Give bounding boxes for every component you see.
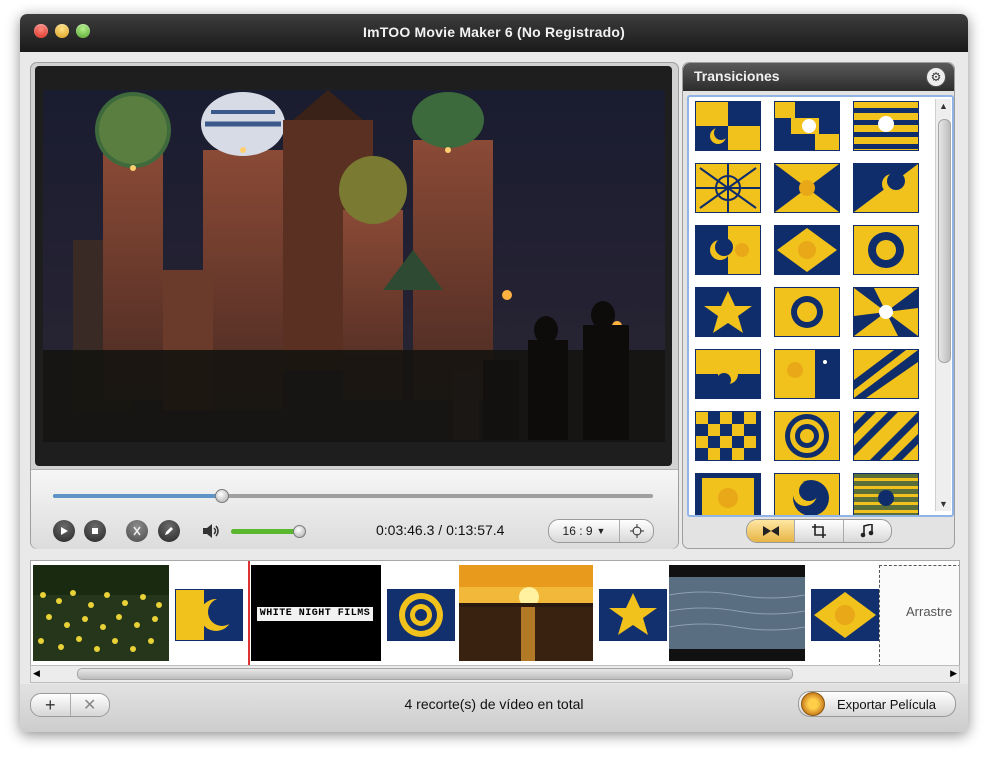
video-frame	[35, 66, 672, 466]
transition-thumbnail[interactable]	[853, 163, 919, 213]
seek-bar[interactable]	[53, 489, 653, 503]
aspect-ratio-value: 16 : 9	[562, 524, 593, 538]
stop-icon	[92, 528, 98, 534]
cathedral-image	[43, 90, 665, 442]
gear-icon[interactable]: ⚙	[926, 67, 946, 87]
clip-thumbnail	[33, 565, 169, 661]
volume-icon[interactable]	[201, 523, 221, 544]
export-label: Exportar Película	[837, 696, 936, 712]
transitions-scrollbar[interactable]: ▲ ▼	[935, 99, 951, 511]
video-clip-water[interactable]	[669, 565, 805, 661]
timeline-scroll-thumb[interactable]	[77, 668, 793, 680]
transitions-tabs	[746, 519, 892, 543]
video-clip-flowers[interactable]	[33, 565, 169, 661]
app-window: ImTOO Movie Maker 6 (No Registrado) 0:03…	[20, 14, 968, 732]
transition-thumbnail[interactable]	[695, 411, 761, 461]
export-movie-button[interactable]: Exportar Película	[798, 691, 956, 717]
film-reel-icon	[801, 692, 825, 716]
chevron-down-icon: ▼	[596, 526, 606, 536]
playback-controls: 0:03:46.3 / 0:13:57.4 16 : 9 ▼	[31, 469, 678, 549]
volume-slider[interactable]	[231, 525, 306, 538]
current-time: 0:03:46.3	[376, 522, 435, 538]
diamond-transition-icon	[812, 590, 878, 640]
transitions-grid	[695, 101, 930, 515]
tab-music[interactable]	[844, 520, 891, 542]
playhead[interactable]	[248, 561, 250, 665]
transition-thumbnail[interactable]	[774, 225, 840, 275]
timeline-transition[interactable]	[175, 589, 243, 641]
scroll-right-icon[interactable]: ▶	[950, 666, 957, 680]
video-preview[interactable]	[43, 90, 665, 442]
video-clip-title[interactable]: WHITE NIGHT FILMS	[251, 565, 381, 661]
moon-transition-icon	[176, 590, 242, 640]
rings-transition-icon	[388, 590, 454, 640]
transition-thumbnail[interactable]	[853, 225, 919, 275]
seek-bar-fill	[53, 494, 221, 498]
scroll-up-icon[interactable]: ▲	[936, 99, 951, 113]
transition-thumbnail[interactable]	[853, 411, 919, 461]
stop-button[interactable]	[84, 520, 106, 542]
transition-thumbnail[interactable]	[695, 225, 761, 275]
tab-crop[interactable]	[795, 520, 844, 542]
video-clip-sunset[interactable]	[459, 565, 593, 661]
scroll-down-icon[interactable]: ▼	[936, 497, 951, 511]
transitions-title: Transiciones	[694, 68, 780, 84]
tab-transitions[interactable]	[747, 520, 796, 542]
transition-thumbnail[interactable]	[774, 349, 840, 399]
aspect-ratio-select[interactable]: 16 : 9 ▼	[549, 520, 620, 542]
scissors-icon	[133, 526, 141, 536]
transition-thumbnail[interactable]	[853, 287, 919, 337]
transitions-header: Transiciones ⚙	[683, 63, 954, 91]
volume-slider-fill	[231, 529, 298, 534]
title-bar[interactable]: ImTOO Movie Maker 6 (No Registrado)	[20, 14, 968, 52]
drop-hint-text: Arrastre	[906, 604, 953, 619]
transition-thumbnail[interactable]	[853, 473, 919, 515]
transitions-scroll-thumb[interactable]	[938, 119, 951, 363]
time-readout: 0:03:46.3 / 0:13:57.4	[376, 522, 504, 538]
timeline-transition[interactable]	[387, 589, 455, 641]
clip-drop-zone[interactable]: Arrastre	[879, 565, 959, 665]
transitions-panel: Transiciones ⚙ ▲ ▼	[682, 62, 955, 549]
volume-slider-handle[interactable]	[292, 525, 306, 538]
edit-button[interactable]	[158, 520, 180, 542]
clip-thumbnail	[669, 565, 805, 661]
transition-thumbnail[interactable]	[774, 287, 840, 337]
seek-bar-handle[interactable]	[215, 489, 229, 503]
transition-thumbnail[interactable]	[695, 101, 761, 151]
aspect-ratio-control: 16 : 9 ▼	[548, 519, 654, 543]
play-icon	[61, 527, 68, 535]
timeline-transition[interactable]	[599, 589, 667, 641]
transition-thumbnail[interactable]	[774, 473, 840, 515]
transition-thumbnail[interactable]	[695, 163, 761, 213]
crop-icon	[811, 524, 826, 538]
clip-thumbnail	[459, 565, 593, 661]
transition-thumbnail[interactable]	[853, 101, 919, 151]
snapshot-button[interactable]	[620, 520, 653, 542]
transition-thumbnail[interactable]	[695, 287, 761, 337]
transition-thumbnail[interactable]	[774, 101, 840, 151]
preview-panel: 0:03:46.3 / 0:13:57.4 16 : 9 ▼	[30, 62, 679, 549]
timeline[interactable]: WHITE NIGHT FILMS Arrastre	[30, 560, 960, 666]
transition-thumbnail[interactable]	[695, 349, 761, 399]
play-button[interactable]	[53, 520, 75, 542]
transition-thumbnail[interactable]	[853, 349, 919, 399]
crosshair-icon	[629, 524, 644, 538]
star-transition-icon	[600, 590, 666, 640]
transitions-list: ▲ ▼	[687, 95, 954, 517]
bottom-bar: + ✕ 4 recorte(s) de vídeo en total Expor…	[20, 684, 968, 732]
transition-thumbnail[interactable]	[695, 473, 761, 515]
total-time: 0:13:57.4	[446, 522, 505, 538]
music-note-icon	[861, 524, 874, 538]
transition-thumbnail[interactable]	[774, 163, 840, 213]
timeline-scrollbar[interactable]: ◀ ▶	[30, 665, 960, 683]
scroll-left-icon[interactable]: ◀	[33, 666, 40, 680]
window-title: ImTOO Movie Maker 6 (No Registrado)	[363, 24, 625, 40]
timeline-transition[interactable]	[811, 589, 879, 641]
transition-thumbnail[interactable]	[774, 411, 840, 461]
split-button[interactable]	[126, 520, 148, 542]
transition-icon	[762, 526, 779, 536]
pencil-icon	[165, 527, 173, 535]
time-separator: /	[438, 522, 443, 538]
clip-title-text: WHITE NIGHT FILMS	[257, 607, 373, 621]
